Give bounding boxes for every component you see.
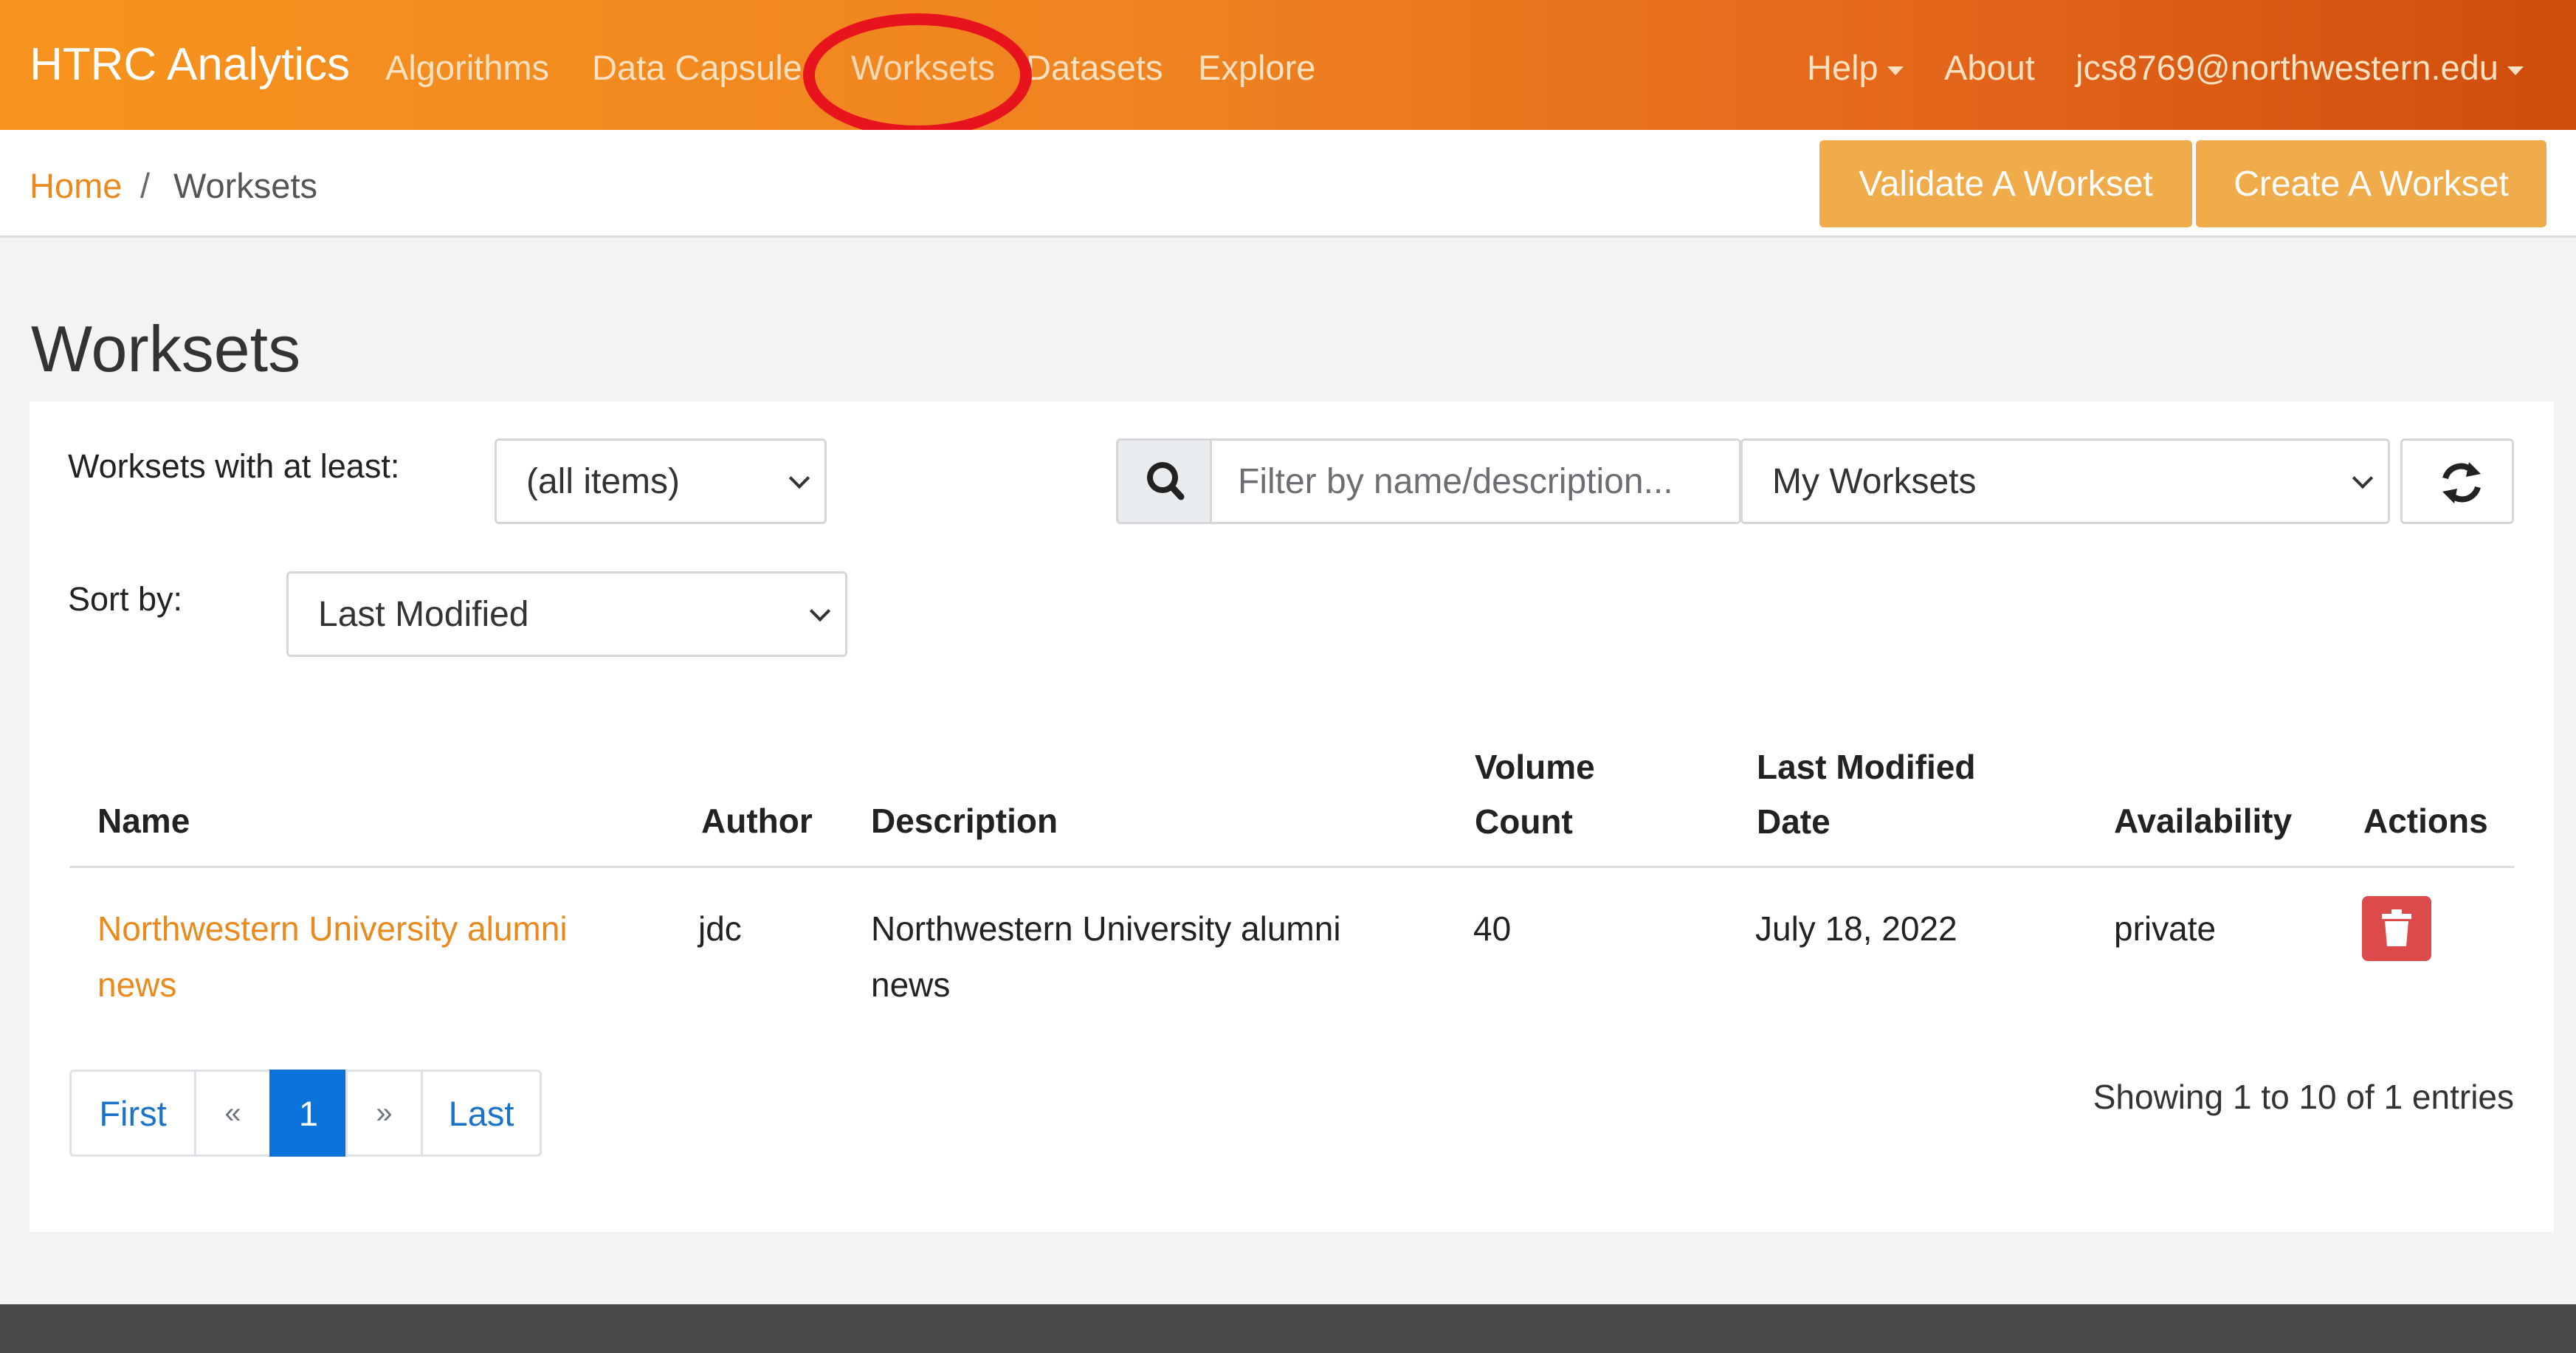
- nav-user-dropdown[interactable]: jcs8769@northwestern.edu: [2076, 47, 2524, 88]
- nav-algorithms[interactable]: Algorithms: [385, 47, 549, 88]
- workset-author: jdc: [698, 909, 742, 948]
- sort-by-label: Sort by:: [68, 580, 183, 618]
- page-title: Worksets: [31, 312, 301, 385]
- workset-name-link[interactable]: Northwestern University alumni news: [97, 901, 568, 1013]
- col-header-modified-line2: Date: [1757, 802, 1831, 841]
- sort-by-value: Last Modified: [318, 594, 529, 634]
- workset-volume-count: 40: [1473, 909, 1512, 948]
- col-header-last-modified[interactable]: Last Modified Date: [1757, 740, 1975, 849]
- nav-about[interactable]: About: [1944, 47, 2035, 88]
- entries-summary: Showing 1 to 10 of 1 entries: [2093, 1078, 2514, 1116]
- chevron-down-icon: [788, 467, 810, 489]
- breadcrumb-separator: /: [140, 166, 151, 205]
- min-items-value: (all items): [526, 461, 681, 501]
- workset-scope-value: My Worksets: [1772, 461, 1977, 501]
- col-header-volume-line1: Volume: [1475, 748, 1595, 786]
- workset-description: Northwestern University alumni news: [871, 901, 1341, 1013]
- nav-explore[interactable]: Explore: [1198, 47, 1315, 88]
- min-items-select[interactable]: (all items): [495, 438, 827, 524]
- workset-description-line2: news: [871, 965, 951, 1004]
- caret-down-icon: [2507, 66, 2524, 75]
- nav-data-capsule[interactable]: Data Capsule: [592, 47, 802, 88]
- trash-icon: [2382, 909, 2411, 946]
- nav-help-dropdown[interactable]: Help: [1807, 47, 1904, 88]
- search-icon: [1147, 462, 1185, 500]
- workset-availability: private: [2114, 909, 2217, 948]
- col-header-volume-line2: Count: [1475, 802, 1573, 841]
- col-header-volume-count[interactable]: Volume Count: [1475, 740, 1595, 849]
- nav-help-label: Help: [1807, 48, 1878, 87]
- worksets-panel: Worksets with at least: (all items) My W…: [30, 402, 2554, 1232]
- col-header-description[interactable]: Description: [871, 793, 1058, 848]
- refresh-icon: [2442, 462, 2481, 503]
- page-footer: [0, 1304, 2576, 1353]
- chevron-down-icon: [809, 600, 831, 622]
- col-header-name[interactable]: Name: [97, 793, 190, 848]
- search-input[interactable]: [1210, 438, 1741, 524]
- page-prev[interactable]: «: [194, 1070, 272, 1157]
- min-items-label: Worksets with at least:: [68, 447, 400, 485]
- create-workset-button[interactable]: Create A Workset: [2196, 140, 2546, 227]
- chevron-down-icon: [2352, 467, 2374, 489]
- search-addon: [1116, 438, 1212, 524]
- sort-by-select[interactable]: Last Modified: [286, 571, 847, 657]
- workset-name-line2: news: [97, 965, 177, 1004]
- caret-down-icon: [1887, 66, 1904, 75]
- nav-worksets[interactable]: Worksets: [851, 47, 995, 88]
- user-email: jcs8769@northwestern.edu: [2076, 48, 2498, 87]
- workset-name-line1: Northwestern University alumni: [97, 909, 568, 948]
- breadcrumb-current: Worksets: [173, 166, 317, 205]
- validate-workset-button[interactable]: Validate A Workset: [1819, 140, 2192, 227]
- col-header-modified-line1: Last Modified: [1757, 748, 1976, 786]
- workset-scope-select[interactable]: My Worksets: [1740, 438, 2390, 524]
- breadcrumb-bar: Home / Worksets Validate A Workset Creat…: [0, 130, 2576, 238]
- col-header-actions: Actions: [2363, 802, 2488, 840]
- page-current[interactable]: 1: [269, 1070, 348, 1157]
- top-navbar: HTRC Analytics Algorithms Data Capsule W…: [0, 0, 2576, 130]
- col-header-author[interactable]: Author: [701, 793, 813, 848]
- page-first[interactable]: First: [69, 1070, 196, 1157]
- brand-logo[interactable]: HTRC Analytics: [30, 38, 350, 91]
- table-header-divider: [69, 866, 2514, 868]
- page-next[interactable]: »: [345, 1070, 423, 1157]
- refresh-button[interactable]: [2400, 438, 2514, 524]
- breadcrumb-home[interactable]: Home: [30, 165, 122, 206]
- workset-description-line1: Northwestern University alumni: [871, 909, 1341, 948]
- col-header-availability[interactable]: Availability: [2114, 793, 2292, 848]
- workset-last-modified: July 18, 2022: [1755, 909, 1957, 948]
- page-last[interactable]: Last: [421, 1070, 542, 1157]
- nav-datasets[interactable]: Datasets: [1026, 47, 1163, 88]
- delete-workset-button[interactable]: [2362, 896, 2431, 961]
